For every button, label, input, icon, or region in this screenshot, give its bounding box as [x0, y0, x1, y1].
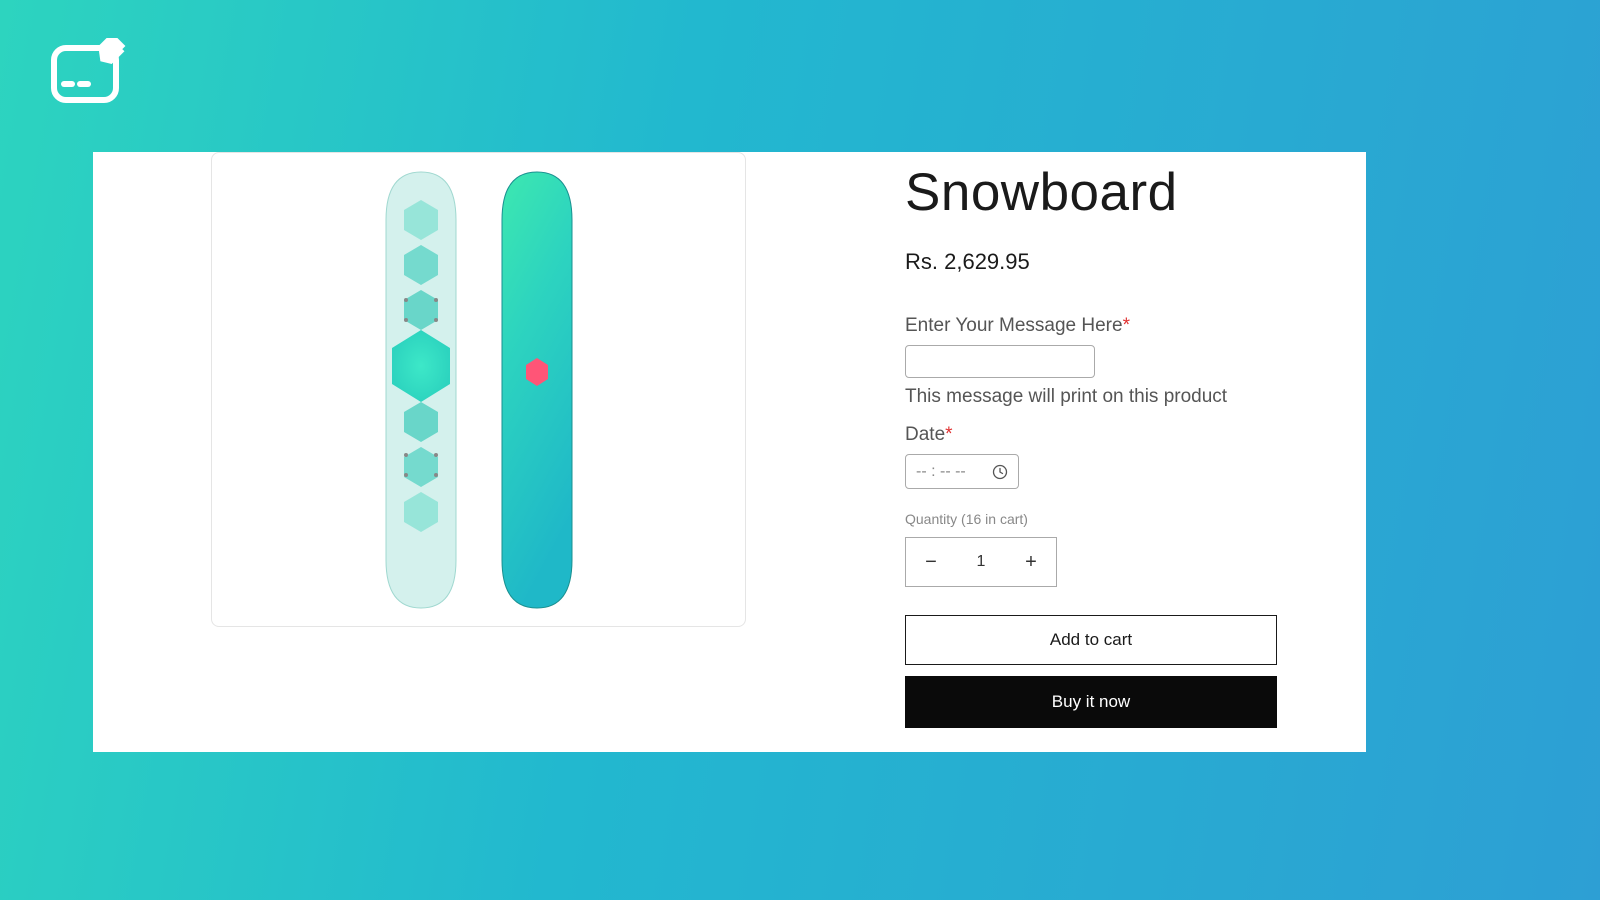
clock-icon — [992, 464, 1008, 480]
snowboard-back-image — [492, 170, 582, 610]
quantity-value[interactable]: 1 — [956, 553, 1006, 571]
date-placeholder: -- : -- -- — [916, 463, 966, 481]
date-input[interactable]: -- : -- -- — [905, 454, 1019, 489]
add-to-cart-button[interactable]: Add to cart — [905, 615, 1277, 665]
quantity-stepper: − 1 + — [905, 537, 1057, 587]
message-field-label: Enter Your Message Here* — [905, 315, 1281, 337]
product-page-panel: Snowboard Rs. 2,629.95 Enter Your Messag… — [93, 152, 1366, 752]
message-input[interactable] — [905, 345, 1095, 378]
required-asterisk: * — [1123, 315, 1130, 336]
app-logo-icon — [50, 38, 126, 109]
buy-now-button[interactable]: Buy it now — [905, 676, 1277, 728]
quantity-decrease-button[interactable]: − — [906, 538, 956, 586]
product-price: Rs. 2,629.95 — [905, 249, 1281, 275]
product-title: Snowboard — [905, 162, 1281, 223]
date-field-label: Date* — [905, 424, 1281, 446]
snowboard-front-image — [376, 170, 466, 610]
quantity-label: Quantity (16 in cart) — [905, 511, 1281, 527]
date-label-text: Date — [905, 424, 945, 445]
product-image-frame[interactable] — [211, 152, 746, 627]
product-details-section: Snowboard Rs. 2,629.95 Enter Your Messag… — [746, 152, 1366, 752]
message-label-text: Enter Your Message Here — [905, 315, 1123, 336]
message-helper-text: This message will print on this product — [905, 386, 1281, 408]
required-asterisk: * — [945, 424, 952, 445]
quantity-increase-button[interactable]: + — [1006, 538, 1056, 586]
product-image-section — [93, 152, 746, 752]
